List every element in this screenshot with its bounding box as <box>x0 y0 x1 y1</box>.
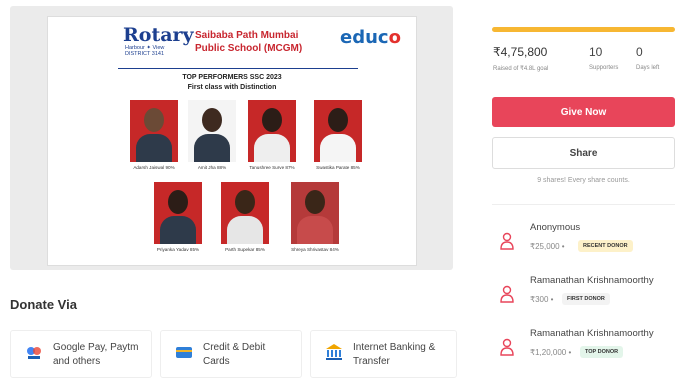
donor-badge: RECENT DONOR <box>578 240 633 252</box>
donate-option-bank-label: Internet Banking & Transfer <box>353 341 435 369</box>
donor-item: Anonymous ₹25,000 • RECENT DONOR <box>492 220 675 270</box>
donate-option-card-line2: Cards <box>203 356 230 367</box>
donor-amount: ₹25,000 • <box>530 242 565 251</box>
student-photo <box>221 182 269 244</box>
school-name: Saibaba Path Mumbai Public School (MCGM) <box>195 29 335 55</box>
share-button[interactable]: Share <box>492 137 675 169</box>
raised-amount: ₹4,75,800 <box>493 45 548 59</box>
poster-title-line1: TOP PERFORMERS SSC 2023 <box>182 74 282 81</box>
donor-amount-value: ₹1,20,000 <box>530 348 567 357</box>
student-caption: Parth Supekar 85% <box>225 247 265 252</box>
donor-badge: FIRST DONOR <box>562 293 610 305</box>
educo-logo: educo <box>340 27 401 48</box>
donate-option-bank[interactable]: Internet Banking & Transfer <box>310 330 457 378</box>
donor-badge: TOP DONOR <box>580 346 624 358</box>
student-photo <box>130 100 178 162</box>
donor-amount-separator: • <box>568 348 572 357</box>
student-photo <box>154 182 202 244</box>
poster-image: Rotary Harbour ✦ View DISTRICT 3141 Saib… <box>47 16 417 266</box>
donate-via-heading: Donate Via <box>10 297 77 312</box>
student-photo <box>291 182 339 244</box>
give-now-button[interactable]: Give Now <box>492 97 675 127</box>
donor-name: Anonymous <box>530 222 581 233</box>
donor-item: Ramanathan Krishnamoorthy ₹1,20,000 • TO… <box>492 326 675 376</box>
days-left-label: Days left <box>636 65 660 71</box>
student-photo <box>314 100 362 162</box>
donor-item: Ramanathan Krishnamoorthy ₹300 • FIRST D… <box>492 273 675 323</box>
educo-logo-o: o <box>388 27 401 48</box>
rotary-logo: Rotary Harbour ✦ View DISTRICT 3141 <box>123 24 194 65</box>
student-caption: Shreya Shrivastav 84% <box>291 247 339 252</box>
raised-label: Raised of ₹4.8L goal <box>493 66 549 72</box>
bank-icon <box>326 344 342 360</box>
school-name-line2: Public School (MCGM) <box>195 43 303 54</box>
donate-option-card-line1: Credit & Debit <box>203 342 266 353</box>
donate-option-bank-line2: Transfer <box>353 356 390 367</box>
donor-amount: ₹300 • <box>530 295 553 304</box>
student-caption: Swastika Parate 85% <box>316 165 360 170</box>
donate-option-card[interactable]: Credit & Debit Cards <box>160 330 302 378</box>
rotary-logo-district: DISTRICT 3141 <box>125 51 165 57</box>
donor-amount-value: ₹300 <box>530 295 549 304</box>
card-icon <box>176 347 192 358</box>
supporters-count: 10 <box>589 45 603 59</box>
poster-divider <box>118 68 358 69</box>
donor-amount-value: ₹25,000 <box>530 242 560 251</box>
share-note: 9 shares! Every share counts. <box>537 177 630 184</box>
funding-progress-bar <box>492 27 675 32</box>
student-photo <box>188 100 236 162</box>
donate-option-card-label: Credit & Debit Cards <box>203 341 265 369</box>
poster-title: TOP PERFORMERS SSC 2023 First class with… <box>48 73 416 93</box>
divider <box>492 204 675 205</box>
donate-option-upi-line2: and others <box>53 356 101 367</box>
rotary-logo-text: Rotary <box>123 24 194 46</box>
user-icon <box>500 232 514 250</box>
donate-option-upi[interactable]: Google Pay, Paytm and others <box>10 330 152 378</box>
campaign-banner[interactable]: Rotary Harbour ✦ View DISTRICT 3141 Saib… <box>10 6 453 270</box>
poster-title-line2: First class with Distinction <box>187 84 277 91</box>
student-photo <box>248 100 296 162</box>
educo-logo-text: educ <box>340 27 389 48</box>
school-name-line1: Saibaba Path Mumbai <box>195 30 299 41</box>
donor-name: Ramanathan Krishnamoorthy <box>530 328 654 339</box>
donate-option-bank-line1: Internet Banking & <box>353 342 436 353</box>
days-left-count: 0 <box>636 45 643 59</box>
upi-icon <box>27 347 41 359</box>
donate-option-upi-line1: Google Pay, Paytm <box>53 342 139 353</box>
donor-name: Ramanathan Krishnamoorthy <box>530 275 654 286</box>
user-icon <box>500 285 514 303</box>
donor-amount: ₹1,20,000 • <box>530 348 571 357</box>
user-icon <box>500 338 514 356</box>
donate-option-upi-label: Google Pay, Paytm and others <box>53 341 138 369</box>
supporters-label: Supporters <box>589 65 619 71</box>
donor-amount-separator: • <box>550 295 554 304</box>
donor-amount-separator: • <box>561 242 565 251</box>
